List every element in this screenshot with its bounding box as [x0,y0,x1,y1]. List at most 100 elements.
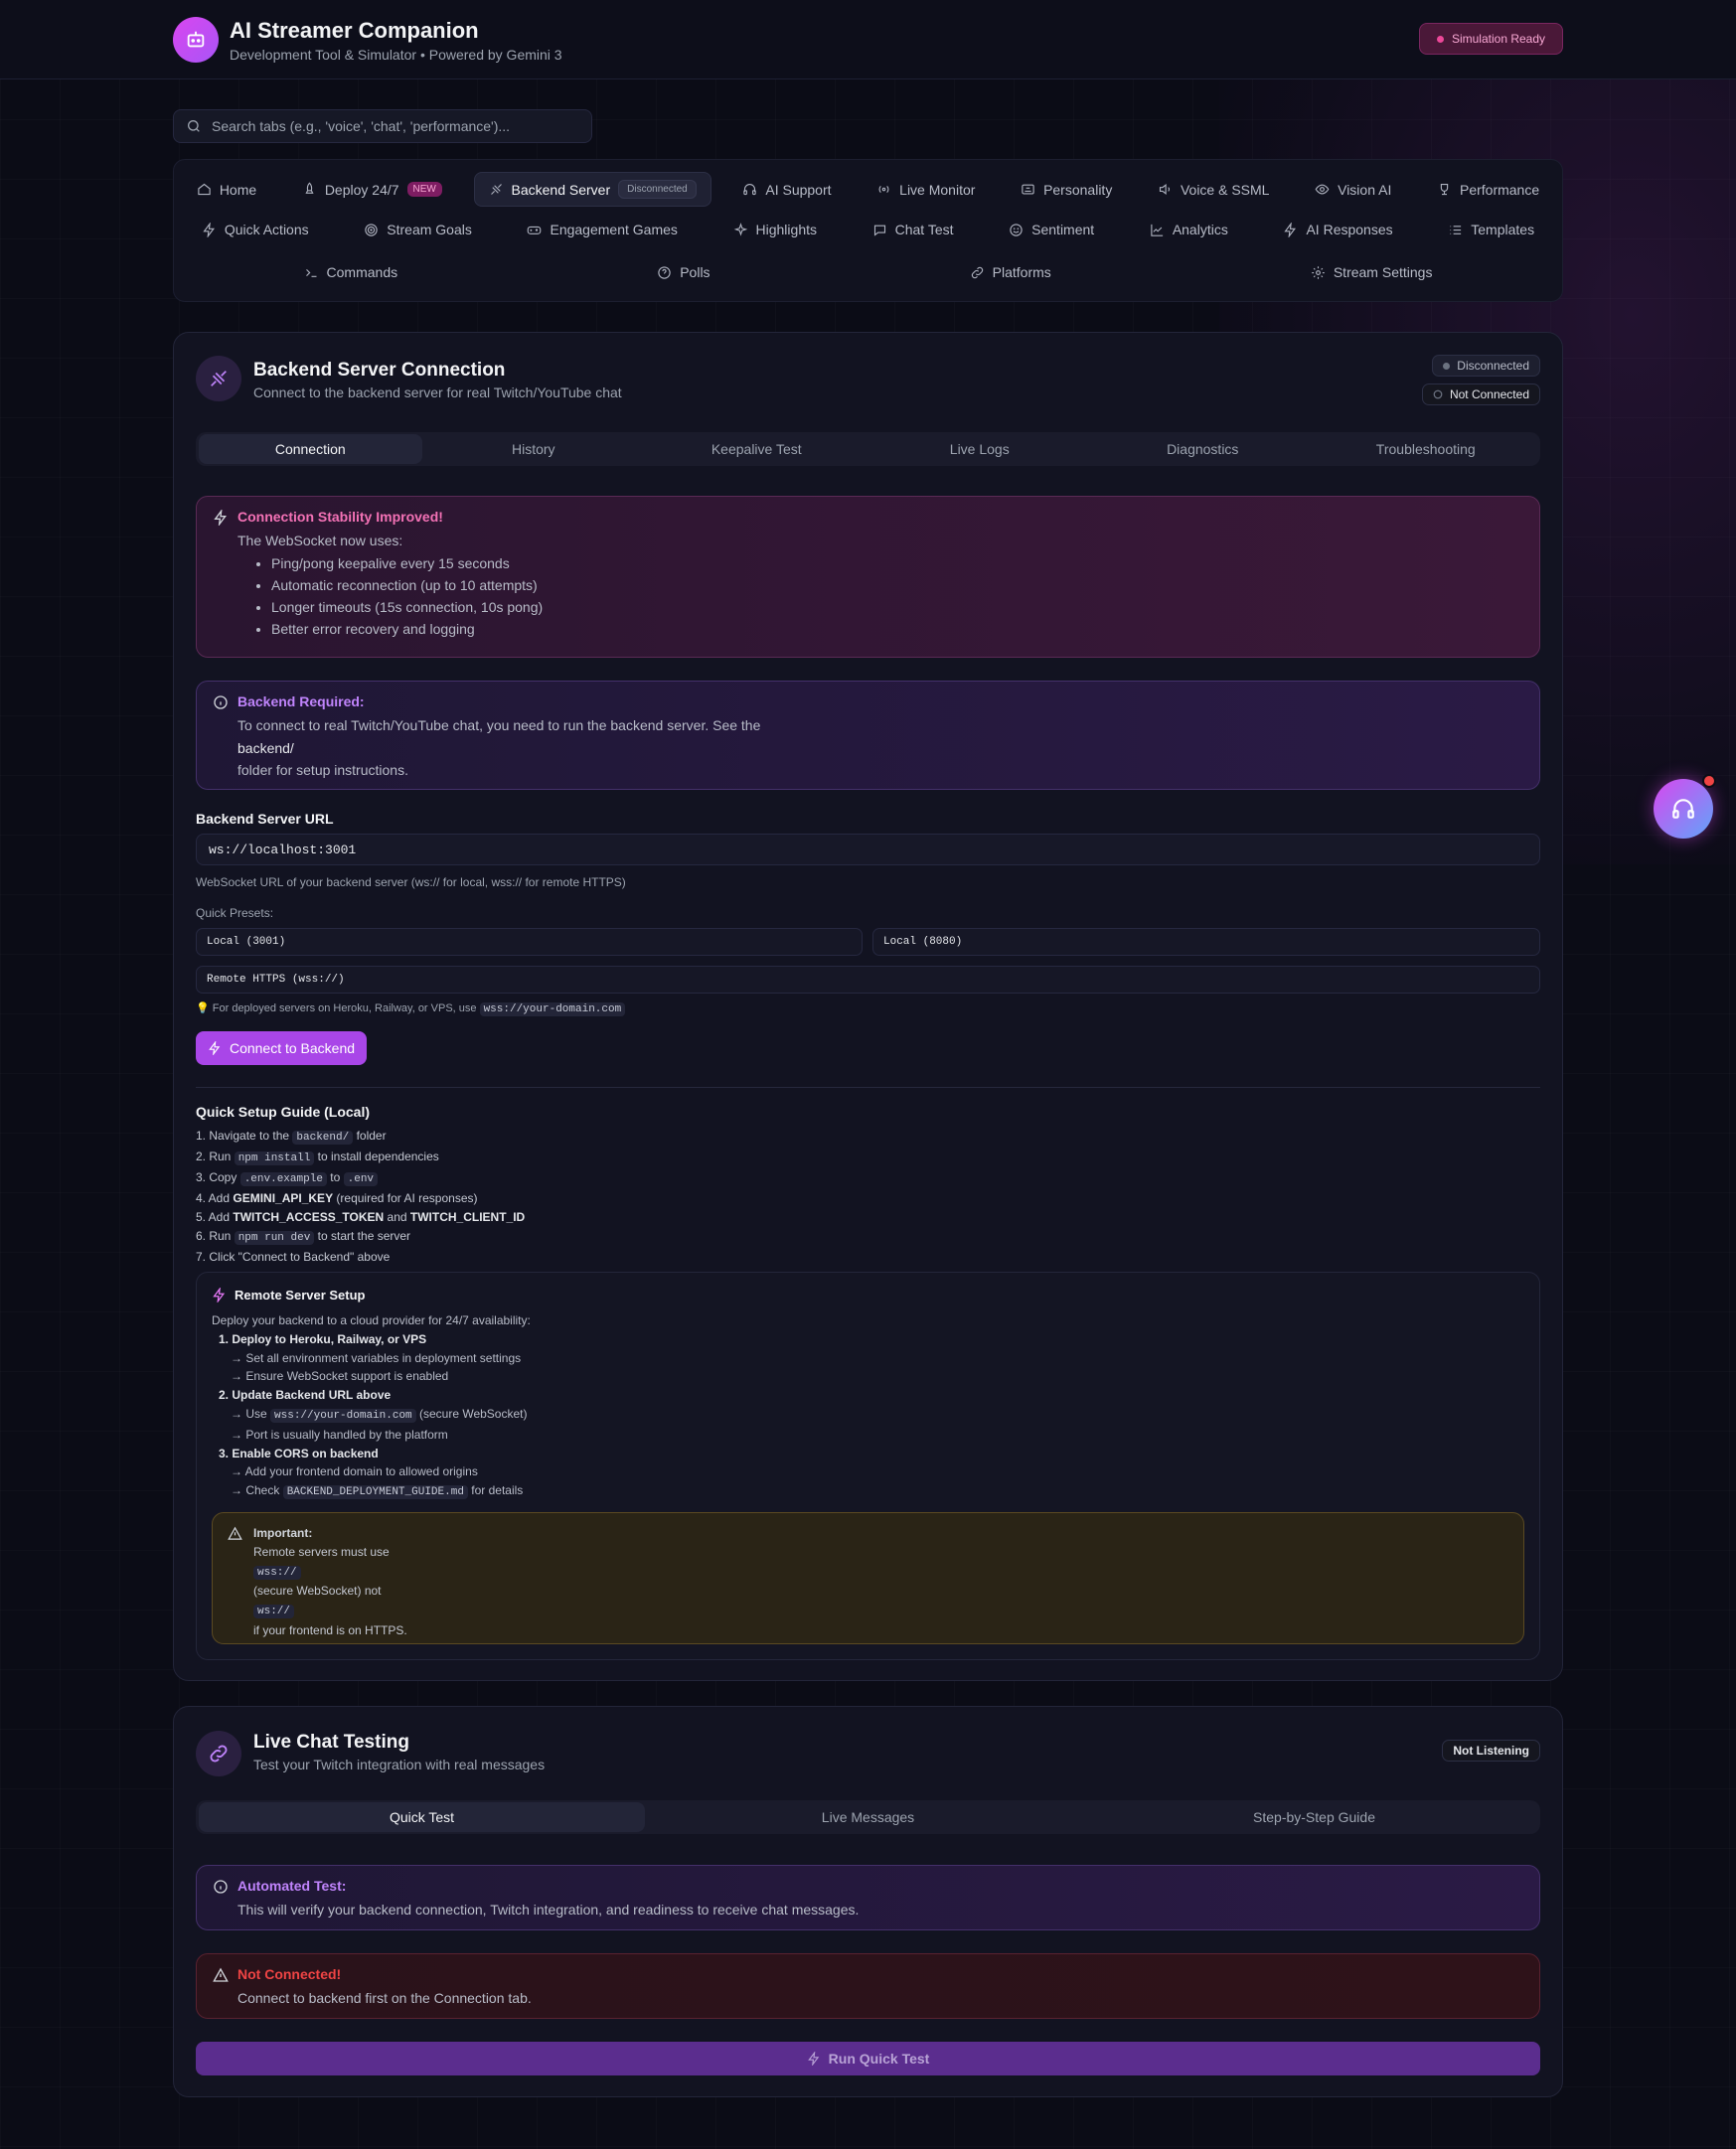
home-icon [198,183,211,196]
circle-icon [1433,389,1443,399]
tab-label: Stream Goals [387,222,472,237]
subtab-history[interactable]: History [422,434,646,464]
tab-label: Vision AI [1338,181,1392,198]
preset-local-3001-button[interactable]: Local (3001) [196,928,863,956]
tab-quick-actions[interactable]: Quick Actions [188,215,323,244]
list-item: → Use wss://your-domain.com (secure WebS… [231,1406,528,1423]
stability-feature-list: Ping/pong keepalive every 15 seconds Aut… [271,552,543,640]
tab-personality[interactable]: Personality [1007,175,1126,205]
list-item: Longer timeouts (15s connection, 10s pon… [271,596,543,618]
tab-home[interactable]: Home [183,175,270,205]
tab-ai-support[interactable]: AI Support [728,175,845,205]
tab-highlights[interactable]: Highlights [719,215,831,244]
subtab-live-logs[interactable]: Live Logs [868,434,1092,464]
new-badge: NEW [406,182,442,197]
chart-line-icon [1151,224,1163,236]
alert-title: Connection Stability Improved! [237,509,443,525]
tab-label: Deploy 24/7 [324,181,399,198]
text-line: Remote servers must use [253,1544,390,1559]
tab-label: Engagement Games [550,222,678,237]
warning-icon [228,1526,242,1540]
tab-platforms[interactable]: Platforms [956,257,1065,287]
sparkles-icon [733,222,747,236]
tab-search[interactable] [173,109,592,143]
simulation-status-label: Simulation Ready [1451,32,1546,46]
target-icon [365,223,378,236]
list-item: → Set all environment variables in deplo… [231,1350,522,1365]
alert-text: folder for setup instructions. [237,762,408,778]
subtab-diagnostics[interactable]: Diagnostics [1091,434,1315,464]
preset-remote-https-button[interactable]: Remote HTTPS (wss://) [196,966,1540,994]
not-connected-alert: Not Connected! Connect to backend first … [196,1953,1540,2019]
info-icon [214,695,228,709]
setup-guide-steps: 1. Navigate to the backend/ folder 2. Ru… [196,1127,525,1267]
tab-analytics[interactable]: Analytics [1136,215,1242,244]
ai-support-floating-button[interactable] [1654,779,1713,839]
tab-voice-ssml[interactable]: Voice & SSML [1144,175,1284,205]
tab-label: Polls [680,264,710,280]
subtab-connection[interactable]: Connection [199,434,422,464]
automated-test-alert: Automated Test: This will verify your ba… [196,1865,1540,1930]
tab-label: Quick Actions [224,222,309,237]
list-item: → Check BACKEND_DEPLOYMENT_GUIDE.md for … [231,1483,524,1500]
list-item: → Add your frontend domain to allowed or… [231,1464,478,1479]
id-card-icon [1022,184,1034,195]
search-input[interactable] [212,118,569,134]
connection-status-badge: Disconnected [1432,355,1540,377]
not-connected-badge: Not Connected [1421,384,1540,405]
code: wss:// [253,1565,301,1580]
list-item: Automatic reconnection (up to 10 attempt… [271,574,543,596]
list-item: 4. Add GEMINI_API_KEY (required for AI r… [196,1191,478,1205]
backend-subtabs: Connection History Keepalive Test Live L… [196,432,1540,466]
code: ws:// [253,1605,295,1619]
tab-commands[interactable]: Commands [290,257,412,287]
connect-to-backend-button[interactable]: Connect to Backend [196,1031,367,1065]
backend-url-input[interactable]: ws://localhost:3001 [196,834,1540,865]
important-text: Important: Remote servers must use wss:/… [253,1524,407,1640]
tab-deploy[interactable]: Deploy 24/7 NEW [288,175,456,205]
list-item: 5. Add TWITCH_ACCESS_TOKEN and TWITCH_CL… [196,1210,526,1224]
card-subtitle: Test your Twitch integration with real m… [253,1757,546,1772]
alert-text: Connect to backend first on the Connecti… [237,1990,532,2006]
run-quick-test-button[interactable]: Run Quick Test [196,2042,1540,2075]
subtab-quick-test[interactable]: Quick Test [199,1802,645,1832]
list-item: 1. Navigate to the backend/ folder [196,1129,387,1145]
bolt-icon [203,222,215,237]
status-label: Disconnected [1457,359,1529,373]
chat-bubble-icon [873,225,885,236]
tab-label: Analytics [1172,222,1228,237]
url-hint: WebSocket URL of your backend server (ws… [196,875,626,889]
smile-icon [1010,223,1023,236]
tab-chat-test[interactable]: Chat Test [859,215,968,244]
link-icon [196,1731,241,1776]
tab-polls[interactable]: Polls [643,257,723,287]
step-heading: 1. Deploy to Heroku, Railway, or VPS [219,1331,427,1346]
tab-ai-responses[interactable]: AI Responses [1269,215,1406,244]
backend-connection-card: Backend Server Connection Connect to the… [173,332,1563,1681]
app-subtitle: Development Tool & Simulator • Powered b… [230,47,562,63]
tab-vision-ai[interactable]: Vision AI [1301,175,1405,205]
chat-subtabs: Quick Test Live Messages Step-by-Step Gu… [196,1800,1540,1834]
preset-local-8080-button[interactable]: Local (8080) [872,928,1540,956]
tab-label: Performance [1459,181,1540,198]
url-label: Backend Server URL [196,811,334,827]
notification-dot [1702,774,1716,788]
subtab-live-messages[interactable]: Live Messages [645,1802,1091,1832]
alert-text: This will verify your backend connection… [237,1902,860,1918]
live-chat-testing-card: Live Chat Testing Test your Twitch integ… [173,1706,1563,2097]
tab-label: Backend Server [511,181,611,198]
tab-sentiment[interactable]: Sentiment [995,215,1108,244]
tab-live-monitor[interactable]: Live Monitor [863,175,989,205]
tab-backend-server[interactable]: Backend Server Disconnected [473,172,711,207]
tab-engagement-games[interactable]: Engagement Games [513,215,691,244]
warning-icon [213,1967,229,1982]
subtab-step-by-step-guide[interactable]: Step-by-Step Guide [1091,1802,1537,1832]
tab-stream-settings[interactable]: Stream Settings [1297,257,1447,287]
link-icon [971,266,983,278]
subtab-troubleshooting[interactable]: Troubleshooting [1315,434,1538,464]
tab-stream-goals[interactable]: Stream Goals [350,215,486,244]
subtab-keepalive-test[interactable]: Keepalive Test [645,434,868,464]
tab-templates[interactable]: Templates [1434,215,1548,244]
tab-label: Chat Test [894,222,954,237]
tab-performance[interactable]: Performance [1423,175,1553,205]
